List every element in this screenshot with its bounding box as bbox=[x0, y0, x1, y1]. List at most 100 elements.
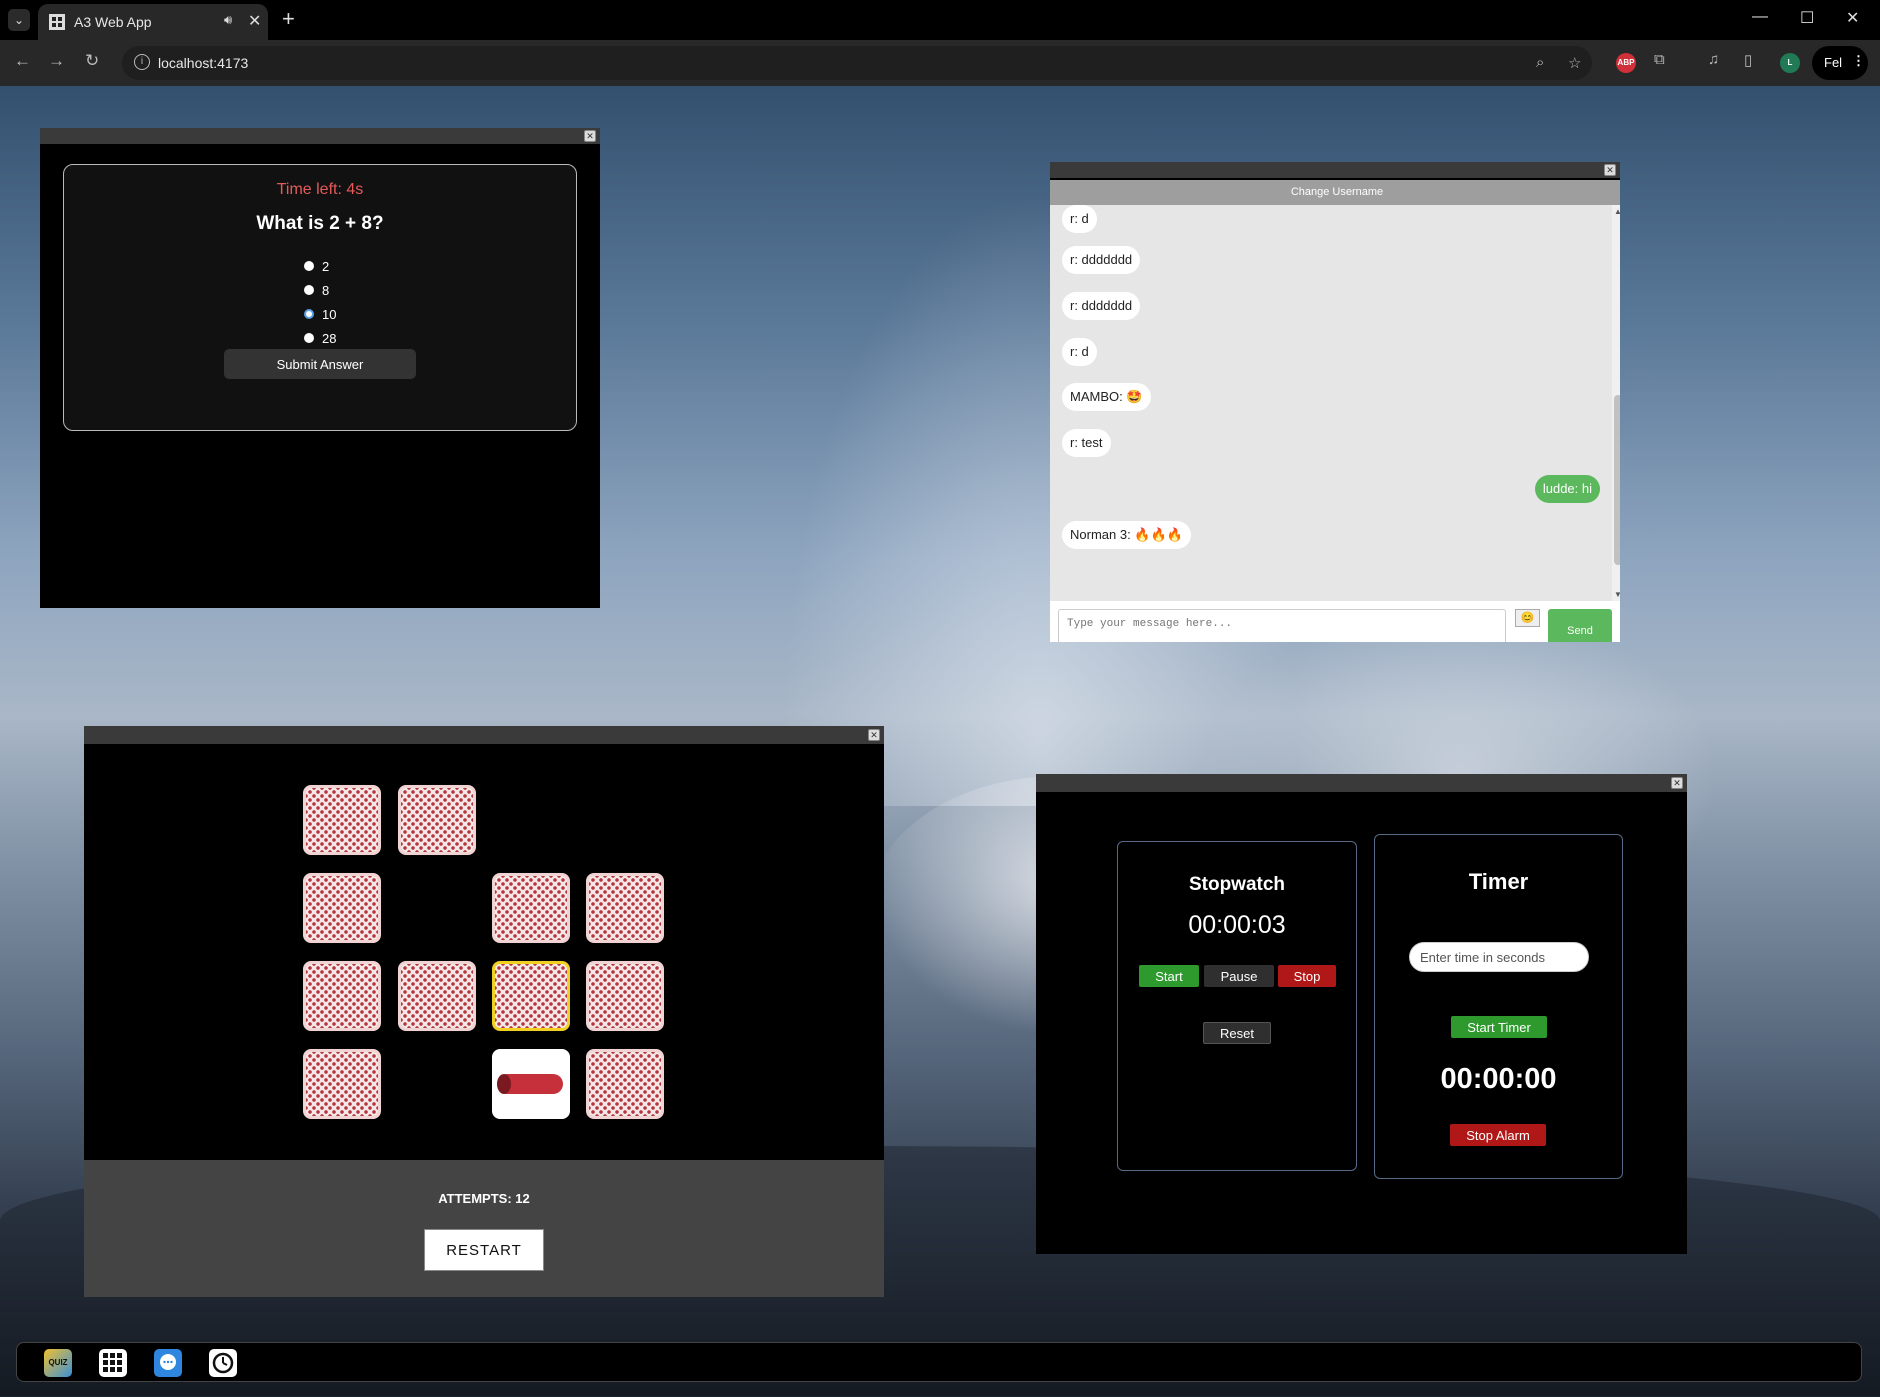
stop-alarm-button[interactable]: Stop Alarm bbox=[1450, 1124, 1546, 1146]
window-titlebar[interactable]: ✕ bbox=[40, 128, 600, 144]
change-username-button[interactable]: Change Username bbox=[1050, 180, 1620, 205]
stopwatch-stop-button[interactable]: Stop bbox=[1278, 965, 1336, 987]
radio-button[interactable] bbox=[304, 285, 314, 295]
radio-button[interactable] bbox=[304, 261, 314, 271]
restart-button[interactable]: RESTART bbox=[424, 1229, 544, 1271]
memory-card[interactable] bbox=[492, 873, 570, 943]
scrollbar-thumb[interactable] bbox=[1614, 395, 1620, 565]
reload-icon[interactable]: ↻ bbox=[85, 51, 99, 71]
chat-message: r: ddddddd bbox=[1062, 292, 1141, 320]
memory-card[interactable] bbox=[303, 785, 381, 855]
quiz-window: ✕ Time left: 4s What is 2 + 8? 2 8 10 28… bbox=[40, 128, 600, 608]
stopwatch-reset-button[interactable]: Reset bbox=[1203, 1022, 1271, 1044]
chat-message-input[interactable] bbox=[1058, 609, 1506, 642]
stopwatch-start-button[interactable]: Start bbox=[1139, 965, 1199, 987]
radio-button-selected[interactable] bbox=[304, 309, 314, 319]
memory-card[interactable] bbox=[398, 785, 476, 855]
stopwatch-pause-button[interactable]: Pause bbox=[1204, 965, 1274, 987]
tab-search-icon[interactable]: ⌄ bbox=[8, 9, 30, 31]
radio-button[interactable] bbox=[304, 333, 314, 343]
quiz-options: 2 8 10 28 bbox=[304, 254, 336, 350]
clock-app-icon[interactable] bbox=[209, 1349, 237, 1377]
chat-window: ✕ Change Username r: d r: ddddddd r: ddd… bbox=[1050, 162, 1620, 642]
window-titlebar[interactable]: ✕ bbox=[84, 726, 884, 744]
start-timer-button[interactable]: Start Timer bbox=[1451, 1016, 1547, 1038]
close-icon[interactable]: ✕ bbox=[1604, 164, 1616, 176]
chat-input-area: 😊 Send bbox=[1050, 601, 1620, 642]
timer-title: Timer bbox=[1468, 869, 1529, 894]
back-icon[interactable]: ← bbox=[14, 51, 31, 71]
memory-game-window: ✕ ATTEMPTS: 12 RESTART bbox=[84, 726, 884, 1297]
scroll-up-icon[interactable]: ▲ bbox=[1614, 207, 1620, 216]
memory-card-flipped[interactable] bbox=[492, 1049, 570, 1119]
tab-favicon-icon bbox=[49, 14, 65, 30]
close-icon[interactable]: ✕ bbox=[584, 130, 596, 142]
emoji-picker-button[interactable]: 😊 bbox=[1515, 609, 1540, 627]
close-icon[interactable]: ✕ bbox=[868, 729, 880, 741]
site-info-icon[interactable]: i bbox=[134, 54, 150, 70]
media-controls-icon[interactable]: ♫ bbox=[1708, 51, 1719, 68]
chat-scrollbar[interactable]: ▲ ▼ bbox=[1612, 205, 1620, 601]
quiz-option[interactable]: 2 bbox=[304, 254, 336, 278]
close-icon[interactable]: ✕ bbox=[1671, 777, 1683, 789]
timer-seconds-input[interactable] bbox=[1409, 942, 1589, 972]
chat-message: r: d bbox=[1062, 205, 1097, 233]
memory-card[interactable] bbox=[586, 873, 664, 943]
address-bar[interactable]: i localhost:4173 ⌕ ☆ bbox=[122, 46, 1592, 80]
tab-title: A3 Web App bbox=[74, 14, 152, 30]
chat-message-list: r: d r: ddddddd r: ddddddd r: d MAMBO: 🤩… bbox=[1050, 205, 1612, 601]
profile-label: Fel bbox=[1824, 55, 1843, 70]
quiz-option[interactable]: 8 bbox=[304, 278, 336, 302]
memory-game-footer: ATTEMPTS: 12 RESTART bbox=[84, 1160, 884, 1297]
scroll-down-icon[interactable]: ▼ bbox=[1614, 590, 1620, 599]
window-titlebar[interactable]: ✕ bbox=[1050, 162, 1620, 178]
quiz-option[interactable]: 10 bbox=[304, 302, 336, 326]
stopwatch-panel: Stopwatch 00:00:03 Start Pause Stop Rese… bbox=[1117, 841, 1357, 1171]
adblock-extension-icon[interactable]: ABP bbox=[1616, 53, 1636, 73]
quiz-option[interactable]: 28 bbox=[304, 326, 336, 350]
zoom-icon[interactable]: ⌕ bbox=[1536, 54, 1544, 71]
memory-card-focused[interactable] bbox=[492, 961, 570, 1031]
extensions-icon[interactable]: ⧉ bbox=[1654, 51, 1665, 68]
browser-tab[interactable]: A3 Web App 🔊︎ ✕ bbox=[38, 4, 268, 40]
avatar[interactable]: L bbox=[1780, 53, 1800, 73]
browser-toolbar: ← → ↻ i localhost:4173 ⌕ ☆ ABP ⧉ ♫ ▯ L F… bbox=[0, 40, 1880, 86]
chat-message: r: test bbox=[1062, 429, 1111, 457]
window-close-icon[interactable]: ✕ bbox=[1846, 8, 1859, 28]
submit-answer-button[interactable]: Submit Answer bbox=[224, 349, 416, 379]
quiz-question: What is 2 + 8? bbox=[256, 213, 384, 234]
stopwatch-title: Stopwatch bbox=[1188, 874, 1286, 895]
send-button[interactable]: Send bbox=[1548, 609, 1612, 642]
profile-button[interactable]: Fel ⋮ bbox=[1812, 46, 1868, 80]
timer-panel: Timer Start Timer 00:00:00 Stop Alarm bbox=[1374, 834, 1623, 1179]
memory-game-icon[interactable] bbox=[99, 1349, 127, 1377]
memory-card[interactable] bbox=[586, 1049, 664, 1119]
attempts-counter: ATTEMPTS: 12 bbox=[438, 1191, 530, 1206]
tab-close-icon[interactable]: ✕ bbox=[248, 11, 261, 31]
memory-card[interactable] bbox=[398, 961, 476, 1031]
memory-card[interactable] bbox=[586, 961, 664, 1031]
maximize-icon[interactable]: ☐ bbox=[1800, 8, 1814, 28]
memory-card[interactable] bbox=[303, 873, 381, 943]
chat-message: MAMBO: 🤩 bbox=[1062, 383, 1151, 411]
new-tab-button[interactable]: + bbox=[282, 6, 295, 32]
minimize-icon[interactable]: — bbox=[1752, 8, 1768, 26]
window-titlebar[interactable]: ✕ bbox=[1036, 774, 1687, 792]
chat-app-icon[interactable] bbox=[154, 1349, 182, 1377]
memory-card[interactable] bbox=[303, 961, 381, 1031]
chat-message: Norman 3: 🔥🔥🔥 bbox=[1062, 521, 1191, 549]
more-menu-icon[interactable]: ⋮ bbox=[1852, 53, 1865, 69]
quiz-app-icon[interactable]: QUIZ bbox=[44, 1349, 72, 1377]
memory-card[interactable] bbox=[303, 1049, 381, 1119]
chat-message: r: ddddddd bbox=[1062, 246, 1141, 274]
bookmark-star-icon[interactable]: ☆ bbox=[1568, 54, 1581, 72]
taskbar: QUIZ bbox=[16, 1342, 1862, 1382]
chat-message-own: ludde: hi bbox=[1534, 475, 1600, 503]
side-panel-icon[interactable]: ▯ bbox=[1744, 51, 1752, 69]
tab-audio-icon[interactable]: 🔊︎ bbox=[224, 12, 232, 28]
desktop: ✕ Time left: 4s What is 2 + 8? 2 8 10 28… bbox=[0, 86, 1880, 1397]
clock-window: ✕ Stopwatch 00:00:03 Start Pause Stop Re… bbox=[1036, 774, 1687, 1254]
quiz-container: Time left: 4s What is 2 + 8? 2 8 10 28 S… bbox=[63, 164, 577, 431]
forward-icon[interactable]: → bbox=[48, 51, 65, 71]
address-url: localhost:4173 bbox=[158, 55, 249, 71]
